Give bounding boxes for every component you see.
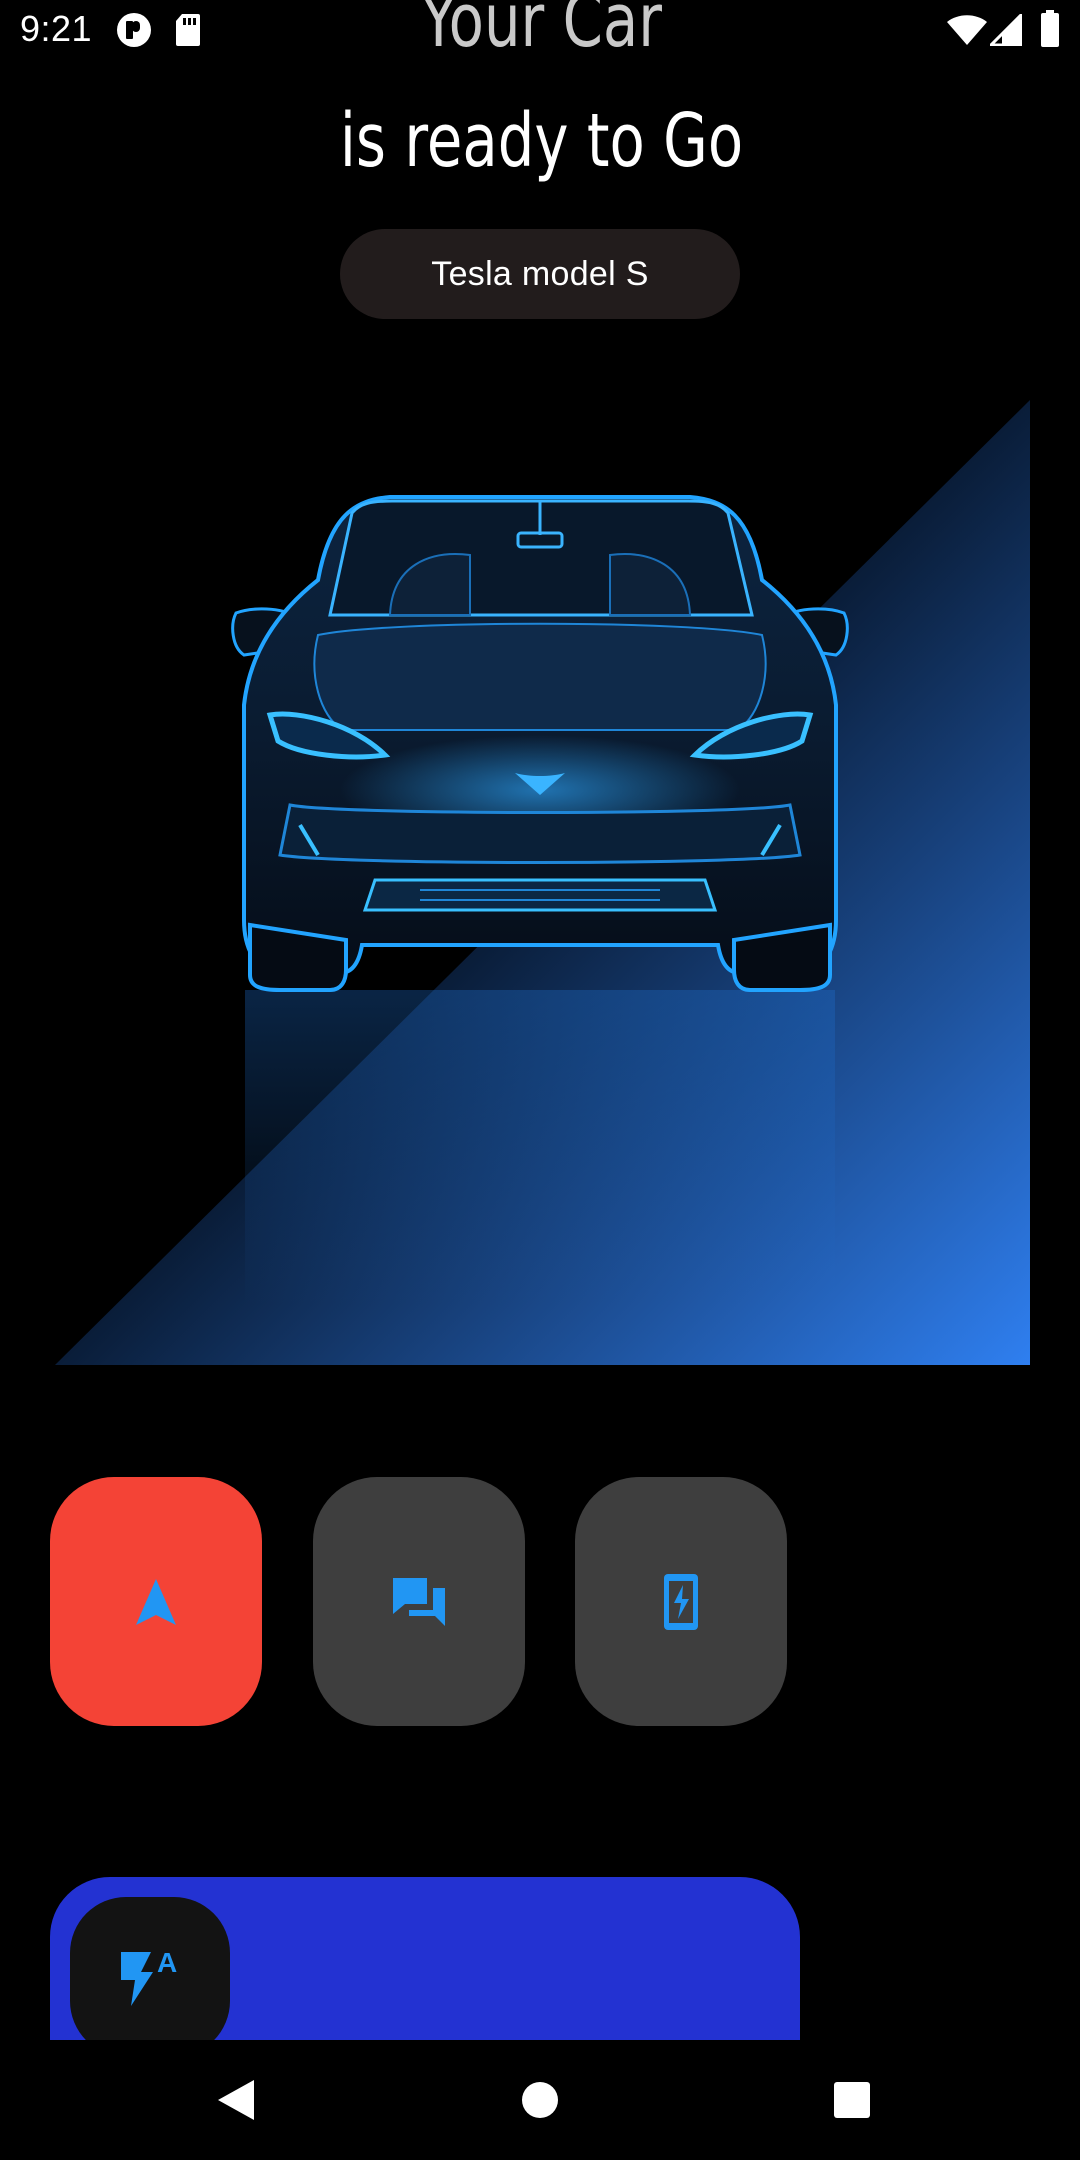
navigation-button[interactable] xyxy=(50,1477,262,1726)
car-hero-image xyxy=(0,385,1030,1365)
chat-button[interactable] xyxy=(313,1477,525,1726)
home-icon xyxy=(522,2082,558,2118)
phone-charging-button[interactable] xyxy=(575,1477,787,1726)
recents-icon xyxy=(834,2082,870,2118)
cellular-signal-icon xyxy=(987,11,1023,51)
back-button[interactable] xyxy=(196,2040,276,2160)
sd-card-icon xyxy=(174,12,202,53)
recents-button[interactable] xyxy=(812,2040,892,2160)
home-button[interactable] xyxy=(500,2040,580,2160)
status-bar: 9:21 xyxy=(0,0,1080,64)
system-navigation-bar xyxy=(0,2040,1080,2160)
wifi-icon xyxy=(946,14,988,51)
back-icon xyxy=(218,2080,254,2120)
navigation-arrow-icon xyxy=(136,1578,176,1625)
battery-icon xyxy=(1040,10,1060,53)
phone-charging-icon xyxy=(664,1573,698,1630)
app-screen: 9:21 Your Car is ready to Go Tesla model… xyxy=(0,0,1080,2160)
car-model-chip[interactable]: Tesla model S xyxy=(340,229,740,319)
chat-bubbles-icon xyxy=(393,1577,445,1626)
auto-flash-icon: A xyxy=(121,1947,177,2006)
status-time: 9:21 xyxy=(20,8,93,49)
app-notification-icon xyxy=(116,12,152,53)
headline-line-2: is ready to Go xyxy=(339,98,744,184)
auto-flash-glyph: A xyxy=(157,1947,177,1978)
slide-knob[interactable]: A xyxy=(70,1897,230,2057)
